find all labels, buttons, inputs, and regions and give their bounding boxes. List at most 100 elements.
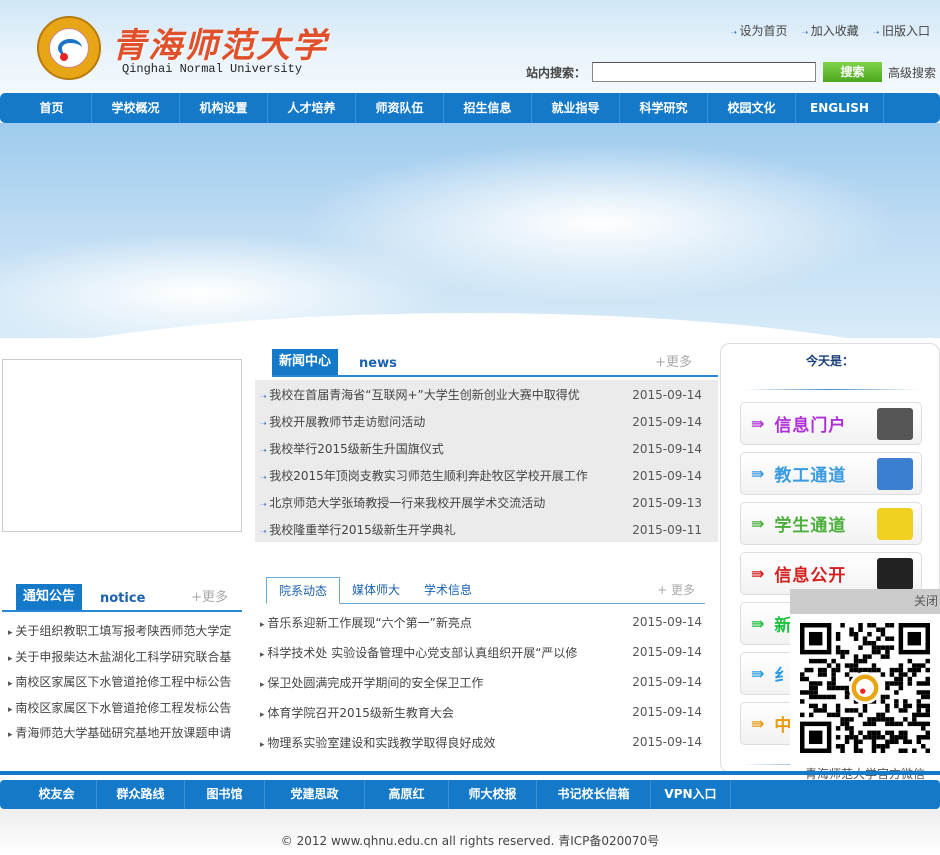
nav-item[interactable]: 学校概况 — [92, 93, 180, 123]
news-item[interactable]: 我校2015年顶岗支教实习师范生顺利奔赴牧区学校开展工作 2015-09-14 — [260, 462, 702, 489]
dept-item[interactable]: 音乐系迎新工作展现“六个第一”新亮点 2015-09-14 — [260, 607, 702, 637]
footer-nav-item[interactable]: 校友会 — [17, 780, 97, 809]
dept-date: 2015-09-14 — [632, 645, 702, 659]
dept-date: 2015-09-14 — [632, 675, 702, 689]
quick-link-button[interactable]: ⇛ 教工通道 — [740, 452, 922, 495]
notice-item[interactable]: 关于申报柴达木盐湖化工科学研究联合基 — [8, 644, 242, 669]
dept-item[interactable]: 保卫处圆满完成开学期间的安全保卫工作 2015-09-14 — [260, 667, 702, 697]
notice-item[interactable]: 南校区家属区下水管道抢修工程中标公告 — [8, 669, 242, 694]
nav-item[interactable]: ENGLISH — [796, 93, 884, 123]
news-title[interactable]: 我校隆重举行2015级新生开学典礼 — [260, 521, 456, 538]
university-seal-logo[interactable] — [37, 16, 101, 80]
footer-nav-item[interactable]: 群众路线 — [97, 780, 185, 809]
news-title[interactable]: 我校开展教师节走访慰问活动 — [260, 413, 425, 430]
news-date: 2015-09-14 — [632, 414, 702, 429]
quick-link-label: 教工通道 — [774, 466, 847, 486]
arrow-icon: ⇛ — [751, 714, 765, 733]
notice-item[interactable]: 青海师范大学基础研究基地开放课题申请 — [8, 720, 242, 745]
dept-item[interactable]: 体育学院召开2015级新生教育大会 2015-09-14 — [260, 697, 702, 727]
footer-nav: 校友会 群众路线 图书馆 党建思政 高原红 师大校报 书记校长信箱 VPN入口 — [0, 780, 940, 809]
footer-nav-item[interactable]: 书记校长信箱 — [537, 780, 651, 809]
news-header: 新闻中心 news +更多 — [272, 349, 718, 377]
notebook-icon — [877, 508, 913, 540]
news-title[interactable]: 我校在首届青海省“互联网+”大学生创新创业大赛中取得优 — [260, 386, 580, 403]
tab-academic[interactable]: 学术信息 — [412, 577, 484, 604]
arrow-icon: ⇛ — [751, 464, 765, 483]
news-title[interactable]: 北京师范大学张琦教授一行来我校开展学术交流活动 — [260, 494, 545, 511]
news-item[interactable]: 北京师范大学张琦教授一行来我校开展学术交流活动 2015-09-13 — [260, 489, 702, 516]
dept-tabs: 院系动态 媒体师大 学术信息 + 更多 — [266, 577, 705, 604]
close-button[interactable]: 关闭 — [914, 594, 938, 608]
news-title[interactable]: 我校举行2015级新生升国旗仪式 — [260, 440, 444, 457]
news-item[interactable]: 我校举行2015级新生升国旗仪式 2015-09-14 — [260, 435, 702, 462]
nav-item[interactable]: 招生信息 — [444, 93, 532, 123]
notice-title[interactable]: 关于组织教职工填写报考陕西师范大学定 — [8, 622, 231, 639]
news-title[interactable]: 我校2015年顶岗支教实习师范生顺利奔赴牧区学校开展工作 — [260, 467, 588, 484]
add-favorite-link[interactable]: 加入收藏 — [801, 22, 859, 39]
notice-title[interactable]: 南校区家属区下水管道抢修工程中标公告 — [8, 673, 231, 690]
copyright: © 2012 www.qhnu.edu.cn all rights reserv… — [280, 834, 660, 848]
nav-item[interactable]: 就业指导 — [532, 93, 620, 123]
arrow-icon: ⇛ — [751, 564, 765, 583]
nav-item[interactable]: 人才培养 — [268, 93, 356, 123]
notice-title[interactable]: 南校区家属区下水管道抢修工程发标公告 — [8, 699, 231, 716]
quick-link-button[interactable]: ⇛ 学生通道 — [740, 502, 922, 545]
quick-link-label: 学生通道 — [774, 516, 847, 536]
arrow-icon: ⇛ — [751, 414, 765, 433]
header: 青海师范大学 Qinghai Normal University 设为首页 加入… — [0, 0, 940, 93]
footer-nav-item[interactable]: 师大校报 — [449, 780, 537, 809]
tab-dept-news[interactable]: 院系动态 — [266, 577, 341, 604]
tab-media[interactable]: 媒体师大 — [340, 577, 412, 604]
notice-title[interactable]: 关于申报柴达木盐湖化工科学研究联合基 — [8, 648, 231, 665]
news-item[interactable]: 我校开展教师节走访慰问活动 2015-09-14 — [260, 408, 702, 435]
qr-code-image — [800, 623, 930, 753]
dept-title[interactable]: 保卫处圆满完成开学期间的安全保卫工作 — [260, 674, 483, 691]
news-item[interactable]: 我校隆重举行2015级新生开学典礼 2015-09-11 — [260, 516, 702, 543]
nav-item[interactable]: 机构设置 — [180, 93, 268, 123]
quick-link-button[interactable]: ⇛ 信息门户 — [740, 402, 922, 445]
dept-item[interactable]: 物理系实验室建设和实践教学取得良好成效 2015-09-14 — [260, 727, 702, 757]
footer-nav-item[interactable]: 图书馆 — [185, 780, 265, 809]
quick-link-label: 信息公开 — [774, 566, 847, 586]
notice-tag: 通知公告 — [16, 584, 83, 610]
main-nav: 首页 学校概况 机构设置 人才培养 师资队伍 招生信息 就业指导 科学研究 校园文化 ENGLIS… — [0, 93, 940, 123]
dept-title[interactable]: 音乐系迎新工作展现“六个第一”新亮点 — [260, 614, 471, 631]
set-homepage-link[interactable]: 设为首页 — [730, 22, 787, 39]
notice-more-link[interactable]: +更多 — [191, 586, 228, 605]
notice-item[interactable]: 南校区家属区下水管道抢修工程发标公告 — [8, 695, 242, 720]
old-version-link[interactable]: 旧版入口 — [873, 22, 930, 39]
footer-nav-item[interactable]: VPN入口 — [651, 780, 731, 809]
nav-item[interactable]: 科学研究 — [620, 93, 708, 123]
footer-nav-item[interactable]: 党建思政 — [265, 780, 365, 809]
news-date: 2015-09-14 — [632, 441, 702, 456]
computer-icon — [877, 458, 913, 490]
news-item[interactable]: 我校在首届青海省“互联网+”大学生创新创业大赛中取得优 2015-09-14 — [260, 381, 702, 408]
dept-more-link[interactable]: + 更多 — [657, 581, 695, 598]
nav-item[interactable]: 首页 — [12, 93, 92, 123]
arrow-icon: ⇛ — [751, 664, 765, 683]
search-button[interactable]: 搜索 — [823, 62, 883, 82]
arrow-icon: ⇛ — [751, 514, 765, 533]
news-date: 2015-09-14 — [632, 387, 702, 402]
nav-item[interactable]: 师资队伍 — [356, 93, 444, 123]
news-en-label: news — [359, 356, 397, 371]
notice-title[interactable]: 青海师范大学基础研究基地开放课题申请 — [8, 724, 231, 741]
dept-title[interactable]: 体育学院召开2015级新生教育大会 — [260, 704, 454, 721]
logo-english-name: Qinghai Normal University — [122, 62, 303, 76]
search-input[interactable] — [592, 62, 817, 82]
notice-en-label: notice — [100, 591, 146, 606]
search-label: 站内搜索： — [526, 65, 587, 80]
today-label: 今天是： — [805, 354, 854, 368]
dept-title[interactable]: 科学技术处 实验设备管理中心党支部认真组织开展“严以修 — [260, 644, 577, 661]
news-date: 2015-09-13 — [632, 495, 702, 510]
news-date: 2015-09-11 — [632, 522, 702, 537]
dept-date: 2015-09-14 — [632, 615, 702, 629]
dept-title[interactable]: 物理系实验室建设和实践教学取得良好成效 — [260, 734, 495, 751]
news-more-link[interactable]: +更多 — [655, 351, 692, 370]
dept-item[interactable]: 科学技术处 实验设备管理中心党支部认真组织开展“严以修 2015-09-14 — [260, 637, 702, 667]
footer-nav-item[interactable]: 高原红 — [365, 780, 449, 809]
notice-item[interactable]: 关于组织教职工填写报考陕西师范大学定 — [8, 618, 242, 643]
advanced-search-link[interactable]: 高级搜索 — [888, 64, 936, 81]
logo-chinese-name[interactable]: 青海师范大学 — [112, 18, 328, 67]
nav-item[interactable]: 校园文化 — [708, 93, 796, 123]
